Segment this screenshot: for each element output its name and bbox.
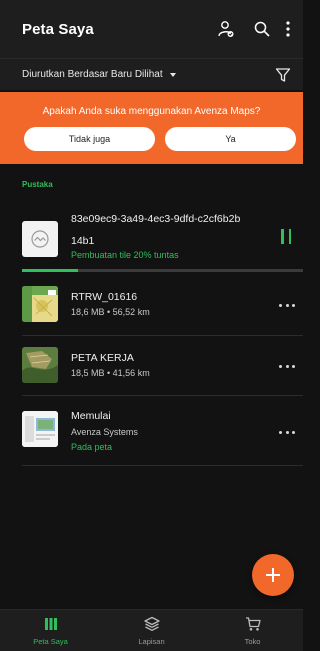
app-bar: Peta Saya [0,0,303,58]
sort-bar: Diurutkan Berdasar Baru Dilihat [0,58,303,90]
more-options-icon[interactable] [279,359,295,373]
nav-label: Lapisan [138,637,165,646]
search-icon[interactable] [249,16,275,42]
map-status: Pembuatan tile 20% tuntas [71,250,179,260]
nav-item-peta-saya[interactable]: Peta Saya [0,610,101,651]
caret-down-icon[interactable] [169,72,176,77]
no-button[interactable]: Tidak juga [24,127,155,151]
yes-button[interactable]: Ya [165,127,296,151]
more-options-icon[interactable] [279,298,295,312]
map-publisher: Avenza Systems [71,427,138,437]
more-vert-icon[interactable] [281,16,295,42]
map-placeholder-icon [22,221,58,257]
filter-icon[interactable] [273,65,293,85]
list-item[interactable]: RTRW_01616 18,6 MB • 56,52 km [0,276,303,336]
progress-fill [22,269,79,272]
rating-question: Apakah Anda suka menggunakan Avenza Maps… [42,106,261,117]
layers-icon [101,616,202,632]
rating-banner: Apakah Anda suka menggunakan Avenza Maps… [0,92,303,164]
nav-item-toko[interactable]: Toko [202,610,303,651]
map-thumbnail [22,411,58,447]
nav-label: Peta Saya [33,637,68,646]
user-check-icon[interactable] [213,16,239,42]
map-thumbnail [22,347,58,383]
map-name: 83e09ec9-3a49-4ec3-9dfd-c2cf6b2b [71,213,241,225]
map-info: 18,6 MB • 56,52 km [71,307,150,317]
map-name: Memulai [71,410,111,422]
list-item[interactable]: PETA KERJA 18,5 MB • 41,56 km [0,336,303,396]
progress-bar [22,269,303,272]
map-thumbnail [22,286,58,322]
map-status: Pada peta [71,442,113,452]
sort-dropdown[interactable]: Diurutkan Berdasar Baru Dilihat [22,69,163,80]
map-name: RTRW_01616 [71,291,138,303]
list-item[interactable]: Memulai Avenza Systems Pada peta [0,396,303,466]
map-name-continued: 14b1 [71,235,95,247]
add-map-button[interactable] [252,554,294,596]
map-info: 18,5 MB • 41,56 km [71,368,150,378]
section-label: Pustaka [22,180,53,189]
cart-icon [202,616,303,632]
page-title: Peta Saya [22,20,94,38]
more-options-icon[interactable] [279,425,295,439]
map-name: PETA KERJA [71,352,134,364]
pause-icon[interactable] [281,229,291,244]
divider [22,465,303,466]
nav-label: Toko [244,637,261,646]
library-icon [0,616,101,632]
nav-item-lapisan[interactable]: Lapisan [101,610,202,651]
bottom-nav: Peta Saya Lapisan Toko [0,609,303,651]
plus-icon [266,568,280,582]
